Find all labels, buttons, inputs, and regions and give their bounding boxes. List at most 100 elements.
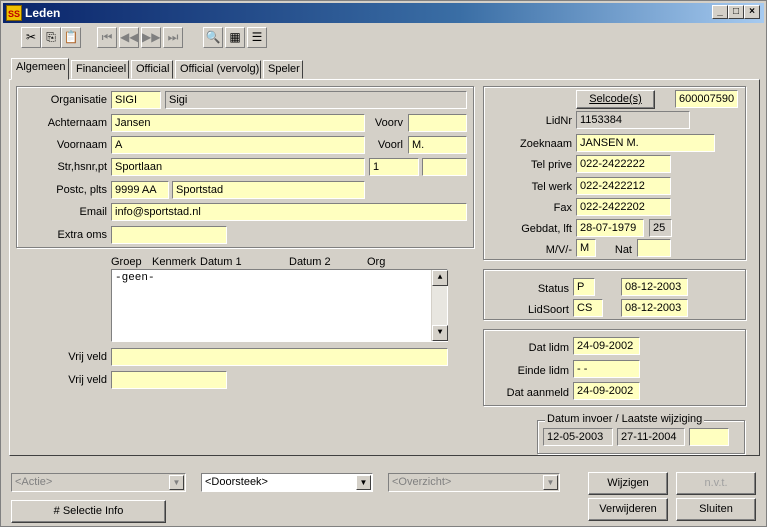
datum-invoer-field: 12-05-2003 <box>543 428 613 446</box>
vrij-veld-1-label: Vrij veld <box>68 351 107 363</box>
actie-dropdown[interactable]: <Actie> ▼ <box>11 473 186 492</box>
selcode-button[interactable]: Selcode(s) <box>576 90 655 109</box>
dat-lidm-field[interactable]: 24-09-2002 <box>573 337 640 355</box>
nvt-button[interactable]: n.v.t. <box>676 472 756 495</box>
window-title: Leden <box>25 6 61 20</box>
memo-header-datum2: Datum 2 <box>289 256 331 268</box>
adres-label: Str,hsnr,pt <box>57 161 107 173</box>
tel-werk-field[interactable]: 022-2422212 <box>576 177 671 195</box>
einde-lidm-label: Einde lidm <box>517 365 569 377</box>
tab-speler[interactable]: Speler <box>263 60 303 79</box>
straat-field[interactable]: Sportlaan <box>111 158 365 176</box>
verwijderen-button[interactable]: Verwijderen <box>588 498 668 521</box>
status-field[interactable]: P <box>573 278 595 296</box>
paste-icon[interactable]: 📋 <box>61 27 81 48</box>
memo-header-kenmerk: Kenmerk <box>152 256 197 268</box>
lidsoort-field[interactable]: CS <box>573 299 603 317</box>
voornaam-field[interactable]: A <box>111 136 365 154</box>
leeftijd-field: 25 <box>649 219 672 237</box>
doorsteek-dropdown[interactable]: <Doorsteek> ▼ <box>201 473 373 492</box>
postcode-field[interactable]: 9999 AA <box>111 181 169 199</box>
tab-official-vervolg[interactable]: Official (vervolg) <box>175 60 261 79</box>
organisatie-naam-field: Sigi <box>165 91 467 109</box>
status-label: Status <box>537 283 569 295</box>
lidnr-label: LidNr <box>545 115 572 127</box>
last-icon[interactable]: ⏭ <box>163 27 183 48</box>
voornaam-label: Voornaam <box>56 139 107 151</box>
zoeknaam-field[interactable]: JANSEN M. <box>576 134 715 152</box>
memo-scrollbar[interactable]: ▲ ▼ <box>431 270 448 341</box>
next-icon[interactable]: ▶▶ <box>141 27 161 48</box>
achternaam-label: Achternaam <box>47 117 107 129</box>
wijzigen-button[interactable]: Wijzigen <box>588 472 668 495</box>
memo-header-groep: Groep <box>111 256 142 268</box>
extra-oms-field[interactable] <box>111 226 227 244</box>
nat-label: Nat <box>614 244 632 256</box>
tel-prive-label: Tel prive <box>531 159 572 171</box>
extra-oms-label: Extra oms <box>57 229 107 241</box>
sluiten-button[interactable]: Sluiten <box>676 498 756 521</box>
grid-icon[interactable]: ▦ <box>225 27 245 48</box>
title-bar: SS Leden _ □ × <box>3 3 764 23</box>
status-date-field[interactable]: 08-12-2003 <box>621 278 688 296</box>
dat-aanmeld-field[interactable]: 24-09-2002 <box>573 382 640 400</box>
app-icon: SS <box>6 5 22 21</box>
chevron-down-icon[interactable]: ▼ <box>543 475 558 490</box>
overzicht-dropdown[interactable]: <Overzicht> ▼ <box>388 473 560 492</box>
mv-field[interactable]: M <box>576 239 596 257</box>
memo-text: -geen- <box>115 272 155 284</box>
voorl-field[interactable]: M. <box>408 136 467 154</box>
toevoeging-field[interactable] <box>422 158 467 176</box>
tel-prive-field[interactable]: 022-2422222 <box>576 155 671 173</box>
copy-icon[interactable]: ⎘ <box>41 27 61 48</box>
achternaam-field[interactable]: Jansen <box>111 114 365 132</box>
actie-value: <Actie> <box>15 476 53 488</box>
memo-header-datum1: Datum 1 <box>200 256 242 268</box>
dat-aanmeld-label: Dat aanmeld <box>506 387 569 399</box>
memo-header-org: Org <box>367 256 386 268</box>
voorv-label: Voorv <box>374 117 403 129</box>
doorsteek-value: <Doorsteek> <box>205 476 268 488</box>
email-field[interactable]: info@sportstad.nl <box>111 203 467 221</box>
prev-icon[interactable]: ◀◀ <box>119 27 139 48</box>
dat-lidm-label: Dat lidm <box>528 342 569 354</box>
chevron-down-icon[interactable]: ▼ <box>169 475 184 490</box>
gebdat-field[interactable]: 28-07-1979 <box>576 219 644 237</box>
maximize-button[interactable]: □ <box>728 5 744 19</box>
zoeknaam-label: Zoeknaam <box>520 138 572 150</box>
invoer-legend: Datum invoer / Laatste wijziging <box>545 413 705 425</box>
kenmerken-memo[interactable]: -geen- ▲ ▼ <box>111 269 448 342</box>
vrij-veld-2-field[interactable] <box>111 371 227 389</box>
vrij-veld-1-field[interactable] <box>111 348 448 366</box>
lidsoort-date-field[interactable]: 08-12-2003 <box>621 299 688 317</box>
scissors-icon[interactable]: ✂ <box>21 27 41 48</box>
selectie-info-button[interactable]: # Selectie Info <box>11 500 166 523</box>
chevron-down-icon[interactable]: ▼ <box>356 475 371 490</box>
close-button[interactable]: × <box>744 5 760 19</box>
list-icon[interactable]: ☰ <box>247 27 267 48</box>
first-icon[interactable]: ⏮ <box>97 27 117 48</box>
lidsoort-label: LidSoort <box>528 304 569 316</box>
search-icon[interactable]: 🔍 <box>203 27 223 48</box>
nat-field[interactable] <box>637 239 671 257</box>
tel-werk-label: Tel werk <box>531 181 572 193</box>
plaats-field[interactable]: Sportstad <box>172 181 365 199</box>
fax-label: Fax <box>553 202 572 214</box>
huisnr-field[interactable]: 1 <box>369 158 419 176</box>
tab-algemeen[interactable]: Algemeen <box>11 58 69 80</box>
scroll-up-icon[interactable]: ▲ <box>432 270 448 286</box>
organisatie-code-field[interactable]: SIGI <box>111 91 161 109</box>
tab-official[interactable]: Official <box>131 60 173 79</box>
minimize-button[interactable]: _ <box>712 5 728 19</box>
gebdat-label: Gebdat, lft <box>521 223 572 235</box>
tab-financieel[interactable]: Financieel <box>71 60 129 79</box>
vrij-veld-2-label: Vrij veld <box>68 374 107 386</box>
email-label: Email <box>79 206 107 218</box>
selcode-field[interactable]: 600007590 <box>675 90 738 108</box>
invoer-extra-field[interactable] <box>689 428 729 446</box>
mv-label: M/V/- <box>545 244 572 256</box>
einde-lidm-field[interactable]: - - <box>573 360 640 378</box>
fax-field[interactable]: 022-2422202 <box>576 198 671 216</box>
scroll-down-icon[interactable]: ▼ <box>432 325 448 341</box>
voorv-field[interactable] <box>408 114 467 132</box>
